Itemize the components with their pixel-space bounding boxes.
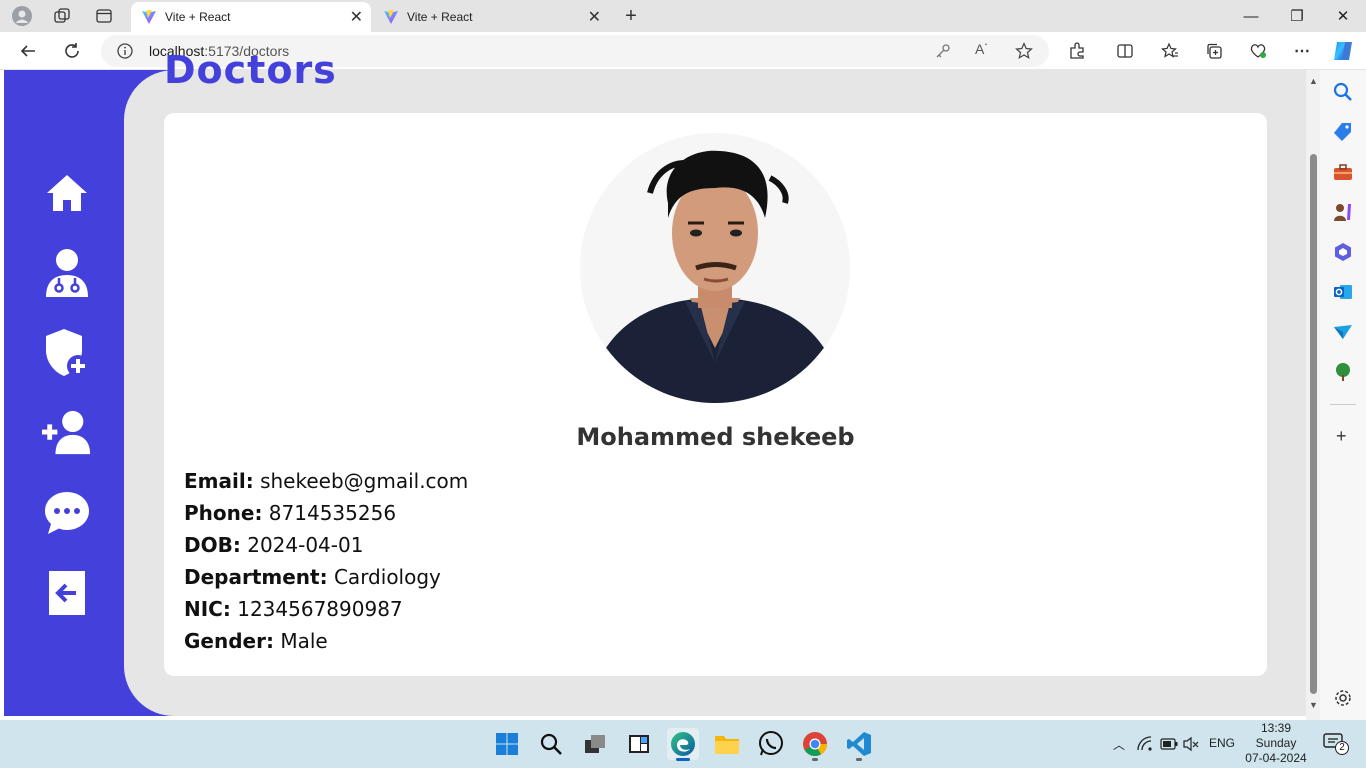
clock-time: 13:39 (1260, 721, 1292, 735)
field-label: Department: (184, 565, 328, 589)
dob-row: DOB: 2024-04-01 (184, 533, 363, 557)
tab-vite-react-2[interactable]: Vite + React ✕ (373, 2, 609, 32)
read-aloud-icon[interactable]: Aᐩ (975, 41, 987, 57)
phone-row: Phone: 8714535256 (184, 501, 396, 525)
new-tab-icon[interactable]: + (621, 5, 641, 27)
tab-actions-icon[interactable] (94, 6, 114, 26)
edge-sidebar: + (1320, 70, 1366, 720)
doctor-avatar (580, 133, 850, 403)
edge-taskbar-icon[interactable] (667, 728, 699, 761)
extensions-icon[interactable] (1065, 39, 1089, 63)
battery-icon[interactable] (1160, 738, 1178, 750)
logout-icon[interactable] (42, 568, 92, 618)
info-icon[interactable] (117, 43, 133, 59)
copilot-icon[interactable] (1331, 39, 1355, 63)
doctor-name: Mohammed shekeeb (576, 423, 855, 451)
page-title: Doctors (164, 48, 337, 92)
restore-button[interactable]: ❐ (1274, 0, 1320, 32)
close-window-button[interactable]: ✕ (1320, 0, 1366, 32)
field-label: Email: (184, 469, 254, 493)
field-value: 1234567890987 (237, 597, 403, 621)
volume-muted-icon[interactable] (1183, 736, 1199, 752)
nic-row: NIC: 1234567890987 (184, 597, 403, 621)
collections-icon[interactable] (1202, 39, 1226, 63)
network-icon[interactable] (1137, 736, 1153, 752)
vscode-icon[interactable] (843, 728, 875, 761)
favorite-star-icon[interactable] (1015, 42, 1033, 60)
tab-title: Vite + React (165, 10, 231, 24)
refresh-icon[interactable] (60, 39, 84, 63)
scrollbar-thumb[interactable] (1310, 154, 1317, 694)
browser-essentials-icon[interactable] (1246, 39, 1270, 63)
widgets-icon[interactable] (623, 728, 655, 760)
clock-day: Sunday (1255, 736, 1297, 750)
add-user-icon[interactable] (42, 408, 92, 458)
field-value: 2024-04-01 (247, 533, 364, 557)
field-label: Phone: (184, 501, 263, 525)
more-options-icon[interactable]: ⋯ (1290, 39, 1314, 63)
outlook-icon[interactable] (1333, 282, 1353, 302)
tab-vite-react-1[interactable]: Vite + React ✕ (131, 2, 371, 32)
tab-title: Vite + React (407, 10, 473, 24)
settings-gear-icon[interactable] (1333, 688, 1353, 708)
file-explorer-icon[interactable] (711, 728, 743, 760)
shopping-icon[interactable] (1333, 122, 1353, 142)
email-row: Email: shekeeb@gmail.com (184, 469, 468, 493)
tools-icon[interactable] (1333, 162, 1353, 182)
task-view-icon[interactable] (579, 728, 611, 760)
profile-icon[interactable] (12, 6, 32, 26)
close-icon[interactable]: ✕ (350, 7, 363, 27)
close-icon[interactable]: ✕ (588, 7, 601, 27)
scroll-up-icon[interactable]: ▲ (1309, 76, 1318, 86)
page-scrollbar[interactable]: ▲ ▼ (1306, 70, 1320, 720)
microsoft-365-icon[interactable] (1333, 242, 1353, 262)
minimize-button[interactable]: — (1228, 0, 1274, 32)
doctor-card: Mohammed shekeeb Email: shekeeb@gmail.co… (164, 113, 1267, 676)
tray-chevron-icon[interactable]: ︿ (1113, 736, 1125, 753)
workspaces-icon[interactable] (52, 6, 72, 26)
field-value: 8714535256 (268, 501, 397, 525)
back-icon[interactable] (16, 39, 40, 63)
gender-row: Gender: Male (184, 629, 328, 653)
chrome-icon[interactable] (799, 728, 831, 761)
clock-date: 07-04-2024 (1245, 751, 1307, 765)
department-row: Department: Cardiology (184, 565, 441, 589)
games-icon[interactable] (1333, 202, 1353, 222)
key-icon[interactable] (935, 43, 951, 59)
clock[interactable]: 13:39 Sunday 07-04-2024 (1240, 721, 1312, 766)
whatsapp-icon[interactable] (755, 728, 787, 760)
page-viewport: Doctors Mohammed shekeeb Email: shekeeb@… (0, 48, 1306, 720)
field-value: Cardiology (333, 565, 441, 589)
message-icon[interactable] (42, 488, 92, 538)
windows-start-icon[interactable] (491, 728, 523, 760)
language-indicator[interactable]: ENG (1209, 736, 1235, 750)
search-icon[interactable] (1333, 82, 1353, 102)
scroll-down-icon[interactable]: ▼ (1309, 700, 1318, 710)
browser-tab-bar: Vite + React ✕ Vite + React ✕ + — ❐ ✕ (0, 0, 1366, 32)
doctor-icon[interactable] (42, 248, 92, 298)
favorites-icon[interactable] (1158, 39, 1182, 63)
field-value: Male (280, 629, 328, 653)
home-icon[interactable] (42, 168, 92, 218)
add-icon[interactable]: + (1336, 426, 1347, 447)
field-label: NIC: (184, 597, 231, 621)
split-screen-icon[interactable] (1113, 39, 1137, 63)
notifications-icon[interactable]: 2 (1323, 733, 1349, 755)
windows-taskbar: ︿ ENG 13:39 Sunday 07-04-2024 2 (0, 720, 1366, 768)
shield-plus-icon[interactable] (42, 328, 92, 378)
vite-logo-icon (384, 10, 398, 24)
field-label: Gender: (184, 629, 274, 653)
notification-badge: 2 (1335, 741, 1349, 755)
field-label: DOB: (184, 533, 241, 557)
field-value: shekeeb@gmail.com (260, 469, 469, 493)
search-icon[interactable] (535, 728, 567, 760)
send-icon[interactable] (1333, 322, 1353, 342)
sidebar-divider (1330, 404, 1356, 405)
vite-logo-icon (142, 10, 156, 24)
tree-icon[interactable] (1333, 362, 1353, 382)
